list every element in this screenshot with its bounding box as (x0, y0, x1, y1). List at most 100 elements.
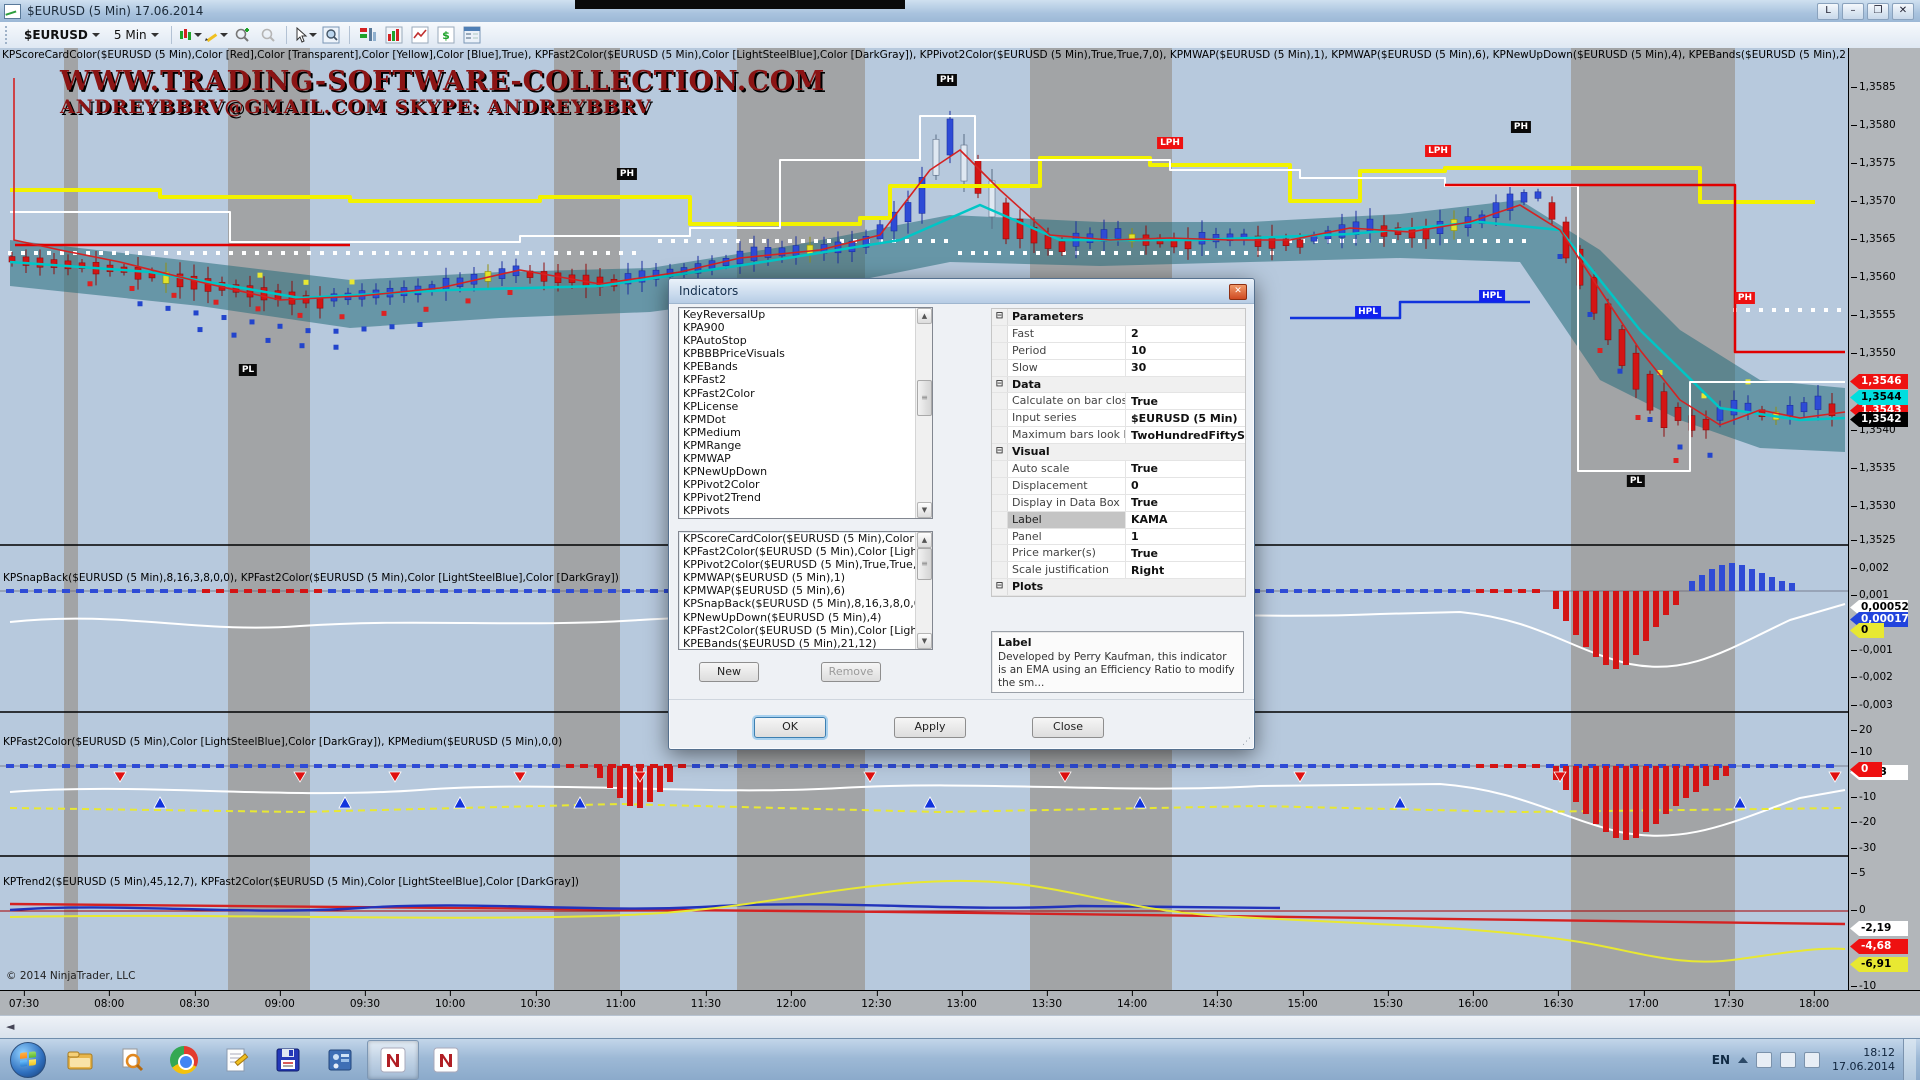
property-group-parameters[interactable]: ⊟Parameters (992, 309, 1245, 326)
configured-indicator-item[interactable]: KPMWAP($EURUSD (5 Min),6) (679, 584, 932, 597)
apply-button[interactable]: Apply (894, 717, 966, 738)
property-value[interactable]: 0 (1126, 478, 1245, 494)
taskbar-ninjatrader-button-active[interactable] (367, 1040, 419, 1080)
zoom-out-button[interactable] (256, 25, 280, 45)
property-row-scale-justification[interactable]: Scale justificationRight (992, 562, 1245, 579)
property-row-maximum-bars-look-ba[interactable]: Maximum bars look baTwoHundredFiftySix (992, 427, 1245, 444)
property-value[interactable]: True (1126, 461, 1245, 477)
properties-grid[interactable]: ⊟ParametersFast2Period10Slow30⊟DataCalcu… (991, 308, 1246, 597)
indicator-list-item[interactable]: KPFast2Color (679, 387, 932, 400)
available-indicators-list[interactable]: KeyReversalUpKPA900KPAutoStopKPBBBPriceV… (678, 307, 933, 519)
cursor-mode-button[interactable] (293, 25, 317, 45)
horizontal-scrollbar[interactable]: ◄ (0, 1015, 1920, 1039)
indicator-list-item[interactable]: KPBBBPriceVisuals (679, 347, 932, 360)
property-value[interactable]: Line; Solid; 1px (1126, 596, 1245, 597)
dialog-close-button[interactable]: ✕ (1229, 284, 1247, 300)
indicator-list-item[interactable]: KPMWAP (679, 452, 932, 465)
list-scrollbar[interactable]: ▲▼ (915, 532, 932, 649)
property-value[interactable]: 2 (1126, 326, 1245, 342)
property-row-kama[interactable]: ⊞KAMALine; Solid; 1px (992, 596, 1245, 597)
ok-button[interactable]: OK (754, 717, 826, 738)
configured-indicator-item[interactable]: KPNewUpDown($EURUSD (5 Min),4) (679, 611, 932, 624)
indicator-list-item[interactable]: KPA900 (679, 321, 932, 334)
remove-button[interactable]: Remove (821, 662, 881, 682)
scroll-thumb[interactable] (917, 380, 932, 416)
scroll-thumb[interactable] (917, 548, 932, 580)
property-group-data[interactable]: ⊟Data (992, 377, 1245, 394)
taskbar-save-tool-button[interactable] (263, 1041, 313, 1079)
property-group-plots[interactable]: ⊟Plots (992, 579, 1245, 596)
scroll-up-arrow[interactable]: ▲ (917, 308, 932, 324)
tray-expand-icon[interactable] (1738, 1057, 1748, 1063)
configured-indicator-item[interactable]: KPScoreCardColor($EURUSD (5 Min),Color [… (679, 532, 932, 545)
scroll-down-arrow[interactable]: ▼ (917, 633, 932, 649)
taskbar-search-button[interactable] (107, 1041, 157, 1079)
property-group-visual[interactable]: ⊟Visual (992, 444, 1245, 461)
taskbar-notepad-button[interactable] (211, 1041, 261, 1079)
property-row-panel[interactable]: Panel1 (992, 529, 1245, 546)
indicator-list-item[interactable]: KPMRange (679, 439, 932, 452)
configured-indicator-item[interactable]: KPEBands($EURUSD (5 Min),21,12) (679, 637, 932, 650)
scroll-up-arrow[interactable]: ▲ (917, 532, 932, 548)
property-row-period[interactable]: Period10 (992, 343, 1245, 360)
property-row-auto-scale[interactable]: Auto scaleTrue (992, 461, 1245, 478)
property-value[interactable]: Right (1126, 562, 1245, 578)
drawing-tools-button[interactable] (204, 25, 228, 45)
instrument-dropdown[interactable]: $EURUSD (17, 25, 107, 45)
new-button[interactable]: New (699, 662, 759, 682)
price-axis[interactable]: 1,35851,35801,35751,35701,35651,35601,35… (1848, 48, 1920, 990)
indicator-list-item[interactable]: KPFast2 (679, 373, 932, 386)
property-row-calculate-on-bar-close[interactable]: Calculate on bar closeTrue (992, 393, 1245, 410)
property-value[interactable]: True (1126, 393, 1245, 409)
property-value[interactable]: 30 (1126, 360, 1245, 376)
configured-indicator-item[interactable]: KPPivot2Color($EURUSD (5 Min),True,True,… (679, 558, 932, 571)
language-indicator[interactable]: EN (1712, 1053, 1730, 1067)
chart-trader-button[interactable] (356, 25, 380, 45)
indicator-list-item[interactable]: KPAutoStop (679, 334, 932, 347)
property-value[interactable]: True (1126, 545, 1245, 561)
configured-indicators-list[interactable]: KPScoreCardColor($EURUSD (5 Min),Color [… (678, 531, 933, 650)
indicator-list-item[interactable]: KPPivot2Color (679, 478, 932, 491)
collapse-icon[interactable]: ⊟ (992, 579, 1008, 595)
taskbar-clock[interactable]: 18:12 17.06.2014 (1832, 1046, 1895, 1075)
data-box-button[interactable] (460, 25, 484, 45)
zoom-in-button[interactable] (230, 25, 254, 45)
property-row-slow[interactable]: Slow30 (992, 360, 1245, 377)
tray-icon-network[interactable] (1804, 1052, 1820, 1068)
mini-chart-button[interactable] (408, 25, 432, 45)
indicator-list-item[interactable]: KPPivot2Trend (679, 491, 932, 504)
property-value[interactable]: 1 (1126, 529, 1245, 545)
taskbar-chrome-button[interactable] (159, 1041, 209, 1079)
time-axis[interactable]: 07:3008:0008:3009:0009:3010:0010:3011:00… (0, 990, 1920, 1016)
expand-icon[interactable]: ⊞ (992, 596, 1008, 597)
configured-indicator-item[interactable]: KPFast2Color($EURUSD (5 Min),Color [Ligh… (679, 624, 932, 637)
property-row-label[interactable]: LabelKAMA (992, 512, 1245, 529)
list-scrollbar[interactable]: ▲▼ (915, 308, 932, 518)
account-button[interactable]: $ (434, 25, 458, 45)
close-button[interactable]: ✕ (1892, 3, 1914, 20)
scroll-down-arrow[interactable]: ▼ (917, 502, 932, 518)
indicator-list-item[interactable]: KPEBands (679, 360, 932, 373)
collapse-icon[interactable]: ⊟ (992, 377, 1008, 393)
property-value[interactable]: True (1126, 495, 1245, 511)
collapse-icon[interactable]: ⊟ (992, 444, 1008, 460)
tray-icon-shield[interactable] (1756, 1052, 1772, 1068)
zoom-window-button[interactable] (319, 25, 343, 45)
indicator-list-item[interactable]: KPLicense (679, 400, 932, 413)
configured-indicator-item[interactable]: KPMWAP($EURUSD (5 Min),1) (679, 571, 932, 584)
bar-analysis-button[interactable] (382, 25, 406, 45)
property-value[interactable]: KAMA (1126, 512, 1245, 528)
start-button[interactable] (10, 1042, 46, 1078)
interval-dropdown[interactable]: 5 Min (107, 25, 166, 45)
show-desktop-button[interactable] (1903, 1039, 1916, 1080)
property-row-price-marker-s-[interactable]: Price marker(s)True (992, 545, 1245, 562)
property-value[interactable]: TwoHundredFiftySix (1126, 427, 1245, 443)
indicator-list-item[interactable]: KPMedium (679, 426, 932, 439)
property-value[interactable]: 10 (1126, 343, 1245, 359)
resize-grip[interactable]: ⋰ (1242, 737, 1251, 747)
property-row-input-series[interactable]: Input series$EURUSD (5 Min) (992, 410, 1245, 427)
indicator-list-item[interactable]: KPNewUpDown (679, 465, 932, 478)
property-row-displacement[interactable]: Displacement0 (992, 478, 1245, 495)
dialog-titlebar[interactable]: Indicators (669, 279, 1254, 304)
taskbar-control-panel-button[interactable] (315, 1041, 365, 1079)
